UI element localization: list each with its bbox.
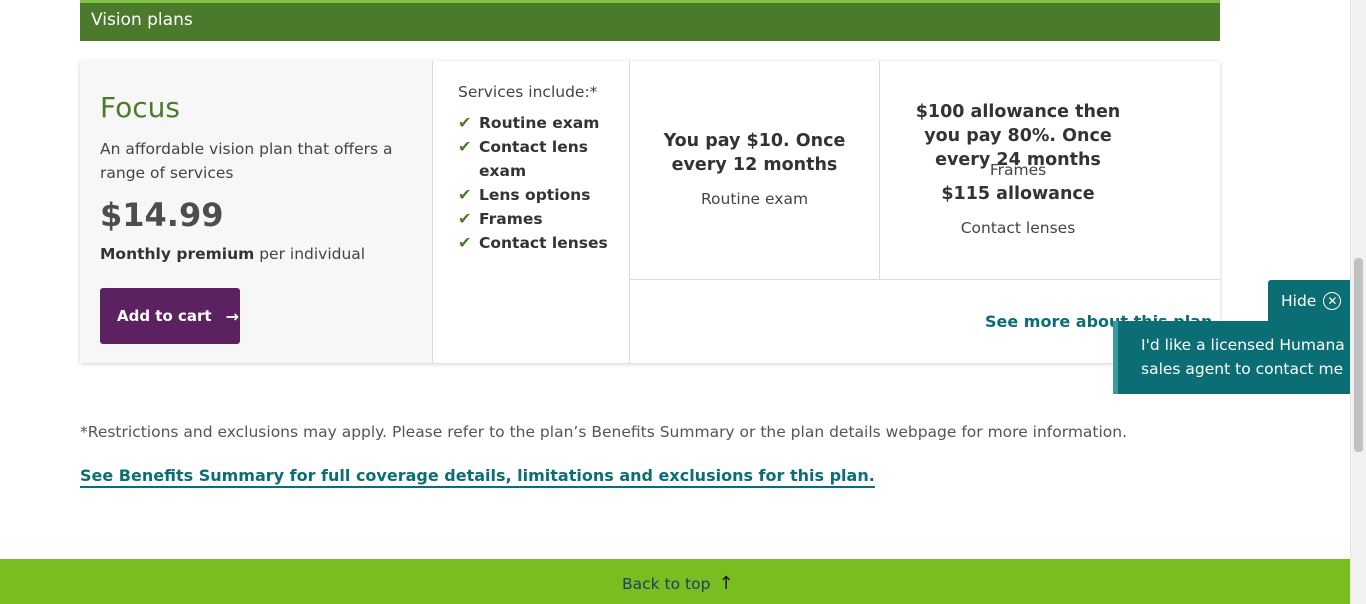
service-label: Frames [479, 210, 543, 228]
service-item: ✔ Contact lenses [458, 231, 618, 255]
routine-exam-cost-cell: You pay $10. Once every 12 months Routin… [630, 61, 880, 280]
hide-widget-button[interactable]: Hide ✕ [1268, 280, 1350, 322]
back-to-top-label: Back to top [622, 574, 711, 593]
section-title: Vision plans [91, 10, 193, 30]
service-item: ✔ Contact lens exam [458, 135, 618, 183]
service-label: Contact lens exam [479, 138, 589, 180]
services-title: Services include:* [458, 83, 598, 101]
restrictions-footnote: *Restrictions and exclusions may apply. … [80, 423, 1128, 441]
check-icon: ✔ [458, 113, 472, 132]
arrow-up-icon: ↑ [718, 573, 734, 594]
add-to-cart-button[interactable]: Add to cart → [100, 288, 240, 344]
add-to-cart-label: Add to cart [117, 307, 212, 325]
close-circle-icon: ✕ [1323, 292, 1342, 310]
benefits-summary-link[interactable]: See Benefits Summary for full coverage d… [80, 466, 875, 488]
check-icon: ✔ [458, 185, 472, 204]
scrollbar-thumb[interactable] [1354, 258, 1363, 452]
section-header: Vision plans [80, 0, 1220, 41]
plan-price: $14.99 [100, 196, 224, 234]
service-label: Lens options [479, 186, 591, 204]
back-to-top-link[interactable]: Back to top ↑ [622, 573, 734, 594]
plan-card: Focus An affordable vision plan that off… [80, 61, 1220, 363]
check-icon: ✔ [458, 137, 472, 156]
contacts-cost: $115 allowance [941, 184, 1095, 204]
check-icon: ✔ [458, 209, 472, 228]
frames-label: Frames [989, 161, 1047, 179]
contact-agent-button[interactable]: I'd like a licensed Humana sales agent t… [1113, 321, 1350, 394]
premium-label: Monthly premium per individual [100, 245, 365, 263]
plan-description: An affordable vision plan that offers a … [100, 140, 393, 182]
plan-summary: Focus An affordable vision plan that off… [80, 61, 433, 363]
premium-bold: Monthly premium [100, 245, 255, 263]
service-item: ✔ Routine exam [458, 111, 618, 135]
frames-contacts-cost-cell: $100 allowance then you pay 80%. Once ev… [880, 61, 1220, 280]
contacts-label: Contact lenses [960, 219, 1076, 237]
service-label: Routine exam [479, 114, 600, 132]
check-icon: ✔ [458, 233, 472, 252]
routine-exam-label: Routine exam [700, 190, 809, 208]
premium-rest: per individual [259, 245, 366, 263]
hide-label: Hide [1281, 292, 1317, 310]
services-column: Services include:* ✔ Routine exam ✔ Contac… [433, 61, 630, 363]
service-label: Contact lenses [479, 234, 608, 252]
service-item: ✔ Lens options [458, 183, 618, 207]
vertical-scrollbar[interactable] [1350, 0, 1366, 604]
service-item: ✔ Frames [458, 207, 618, 231]
plan-name: Focus [100, 91, 180, 124]
arrow-right-icon: → [225, 306, 239, 326]
routine-exam-cost: You pay $10. Once every 12 months [663, 131, 846, 175]
services-list: ✔ Routine exam ✔ Contact lens exam ✔ Lens o… [458, 111, 618, 255]
